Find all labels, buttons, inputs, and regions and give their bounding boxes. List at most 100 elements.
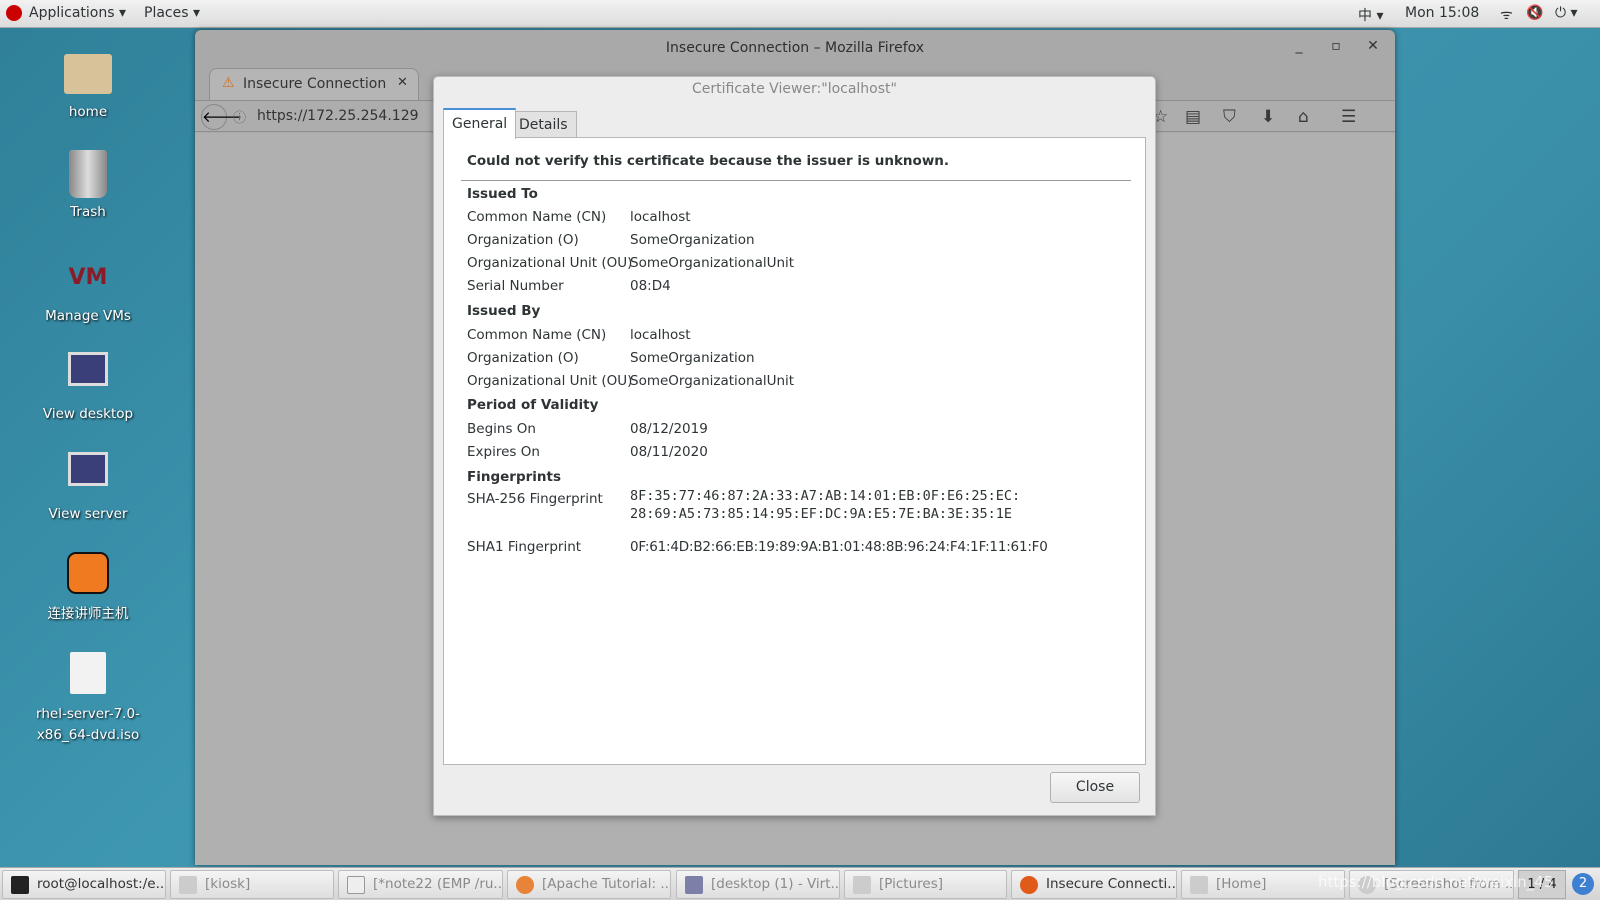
close-window-button[interactable]: ✕ [1363,38,1383,54]
window-icon [853,876,871,894]
tab-label: Insecure Connection [243,76,387,92]
field-label: Serial Number [467,278,564,294]
desktop-icon-label: Manage VMs [45,308,131,324]
sha1-value: 0F:61:4D:B2:66:EB:19:89:9A:B1:01:48:8B:9… [630,539,1048,555]
info-icon[interactable]: ⓘ [233,107,246,126]
minimize-button[interactable]: _ [1289,38,1309,54]
monitor-icon [685,876,703,894]
divider [461,180,1131,181]
desktop-icon-view-desktop[interactable]: View desktop [18,352,158,422]
desktop-icon-label: 连接讲师主机 [47,606,129,622]
window-icon [1190,876,1208,894]
task-screenshot[interactable]: [Screenshot from ... [1349,870,1514,899]
tiger-eye-icon [67,552,109,594]
task-kiosk[interactable]: [kiosk] [170,870,334,899]
field-label: Organization (O) [467,350,579,366]
task-label: Insecure Connecti... [1046,876,1177,892]
tab-general[interactable]: General [443,108,517,139]
input-method-menu[interactable]: 中 ▾ [1358,5,1383,25]
downloads-icon[interactable]: ⬇ [1261,107,1275,127]
field-value: SomeOrganization [630,232,755,248]
sha256-value: 8F:35:77:46:87:2A:33:A7:AB:14:01:EB:0F:E… [630,487,1020,523]
tab-details[interactable]: Details [510,111,577,138]
field-label: Organizational Unit (OU) [467,373,633,389]
url-field[interactable]: https://172.25.254.129 [257,108,419,124]
search-icon [1358,876,1376,894]
volume-muted-icon[interactable]: 🔇 [1526,5,1543,21]
task-desktop-virt[interactable]: [desktop (1) - Virt... [676,870,840,899]
task-label: [*note22 (EMP /ru... [373,876,503,892]
field-row: Organization (O) SomeOrganization [467,232,755,248]
close-button[interactable]: Close [1050,772,1140,803]
task-terminal[interactable]: root@localhost:/e... [2,870,166,899]
dialog-title: Certificate Viewer:"localhost" [692,81,897,97]
field-label: SHA1 Fingerprint [467,539,582,555]
field-row: Expires On 08/11/2020 [467,444,708,460]
workspace-pager[interactable]: 1 / 4 [1518,870,1566,899]
desktop-icon-home[interactable]: home [18,50,158,120]
menu-hamburger-icon[interactable]: ☰ [1341,107,1356,127]
wifi-icon[interactable]: ᯤ [1500,5,1513,24]
field-label: Expires On [467,444,540,460]
input-method-label: 中 [1358,8,1372,24]
task-label: root@localhost:/e... [37,876,166,892]
general-panel: Could not verify this certificate becaus… [443,137,1146,765]
taskbar: root@localhost:/e... [kiosk] [*note22 (E… [0,867,1600,900]
clock[interactable]: Mon 15:08 [1405,5,1479,21]
monitor-icon [68,352,108,386]
task-insecure-connection[interactable]: Insecure Connecti... [1011,870,1177,899]
field-label: Begins On [467,421,536,437]
certificate-viewer-dialog: Certificate Viewer:"localhost" General D… [433,76,1156,816]
field-value: localhost [630,209,691,225]
warning-icon: ⚠ [222,75,235,91]
task-pictures[interactable]: [Pictures] [844,870,1007,899]
field-value: 08/11/2020 [630,444,708,460]
notification-badge[interactable]: 2 [1572,873,1594,895]
task-apache-tutorial[interactable]: [Apache Tutorial: ... [507,870,671,899]
desktop-icon-connect-teacher[interactable]: 连接讲师主机 [18,552,158,622]
firefox-icon [516,876,534,894]
tab-insecure-connection[interactable]: ⚠ Insecure Connection ✕ [209,68,419,100]
firefox-icon [1020,876,1038,894]
home-icon[interactable]: ⌂ [1298,107,1309,127]
applications-menu[interactable]: Applications ▾ [29,5,126,21]
reading-list-icon[interactable]: ▤ [1185,107,1201,127]
desktop-icon-label: View server [48,506,128,522]
issued-by-heading: Issued By [467,303,541,319]
field-value: 08/12/2019 [630,421,708,437]
fingerprints-heading: Fingerprints [467,469,561,485]
applications-label: Applications [29,5,115,21]
power-icon[interactable]: ⏻ ▾ [1555,5,1578,21]
trash-icon [69,150,107,198]
pocket-icon[interactable]: ⛉ [1223,107,1236,127]
task-note[interactable]: [*note22 (EMP /ru... [338,870,503,899]
field-value: 08:D4 [630,278,671,294]
close-tab-icon[interactable]: ✕ [397,75,408,90]
field-value: localhost [630,327,691,343]
desktop-icon-view-server[interactable]: View server [18,452,158,522]
field-row: Begins On 08/12/2019 [467,421,708,437]
field-row: Organizational Unit (OU) SomeOrganization… [467,373,794,389]
validity-heading: Period of Validity [467,397,599,413]
maximize-button[interactable]: ▫ [1326,38,1346,54]
field-label: Common Name (CN) [467,209,607,225]
back-button[interactable]: 🡐 [201,104,242,130]
window-title: Insecure Connection – Mozilla Firefox [665,40,925,56]
desktop-icon-label: View desktop [42,406,134,422]
field-row: Serial Number 08:D4 [467,278,671,294]
field-row: Common Name (CN) localhost [467,327,691,343]
desktop-icon-rhel-iso[interactable]: rhel-server-7.0-x86_64-dvd.iso [18,652,158,746]
field-value: SomeOrganizationalUnit [630,255,795,271]
desktop-icon-trash[interactable]: Trash [18,150,158,220]
field-label: Common Name (CN) [467,327,607,343]
task-home[interactable]: [Home] [1181,870,1345,899]
redhat-logo-icon [6,5,22,21]
desktop-icon-label: Trash [70,204,106,220]
places-menu[interactable]: Places ▾ [144,5,200,21]
task-label: [Home] [1216,876,1267,892]
desktop-icon-manage-vms[interactable]: VM Manage VMs [18,254,158,324]
vm-logo-icon: VM [68,265,108,290]
field-value: SomeOrganization [630,350,755,366]
disc-file-icon [70,652,106,694]
top-panel: Applications ▾ Places ▾ 中 ▾ Mon 15:08 ᯤ … [0,0,1600,28]
